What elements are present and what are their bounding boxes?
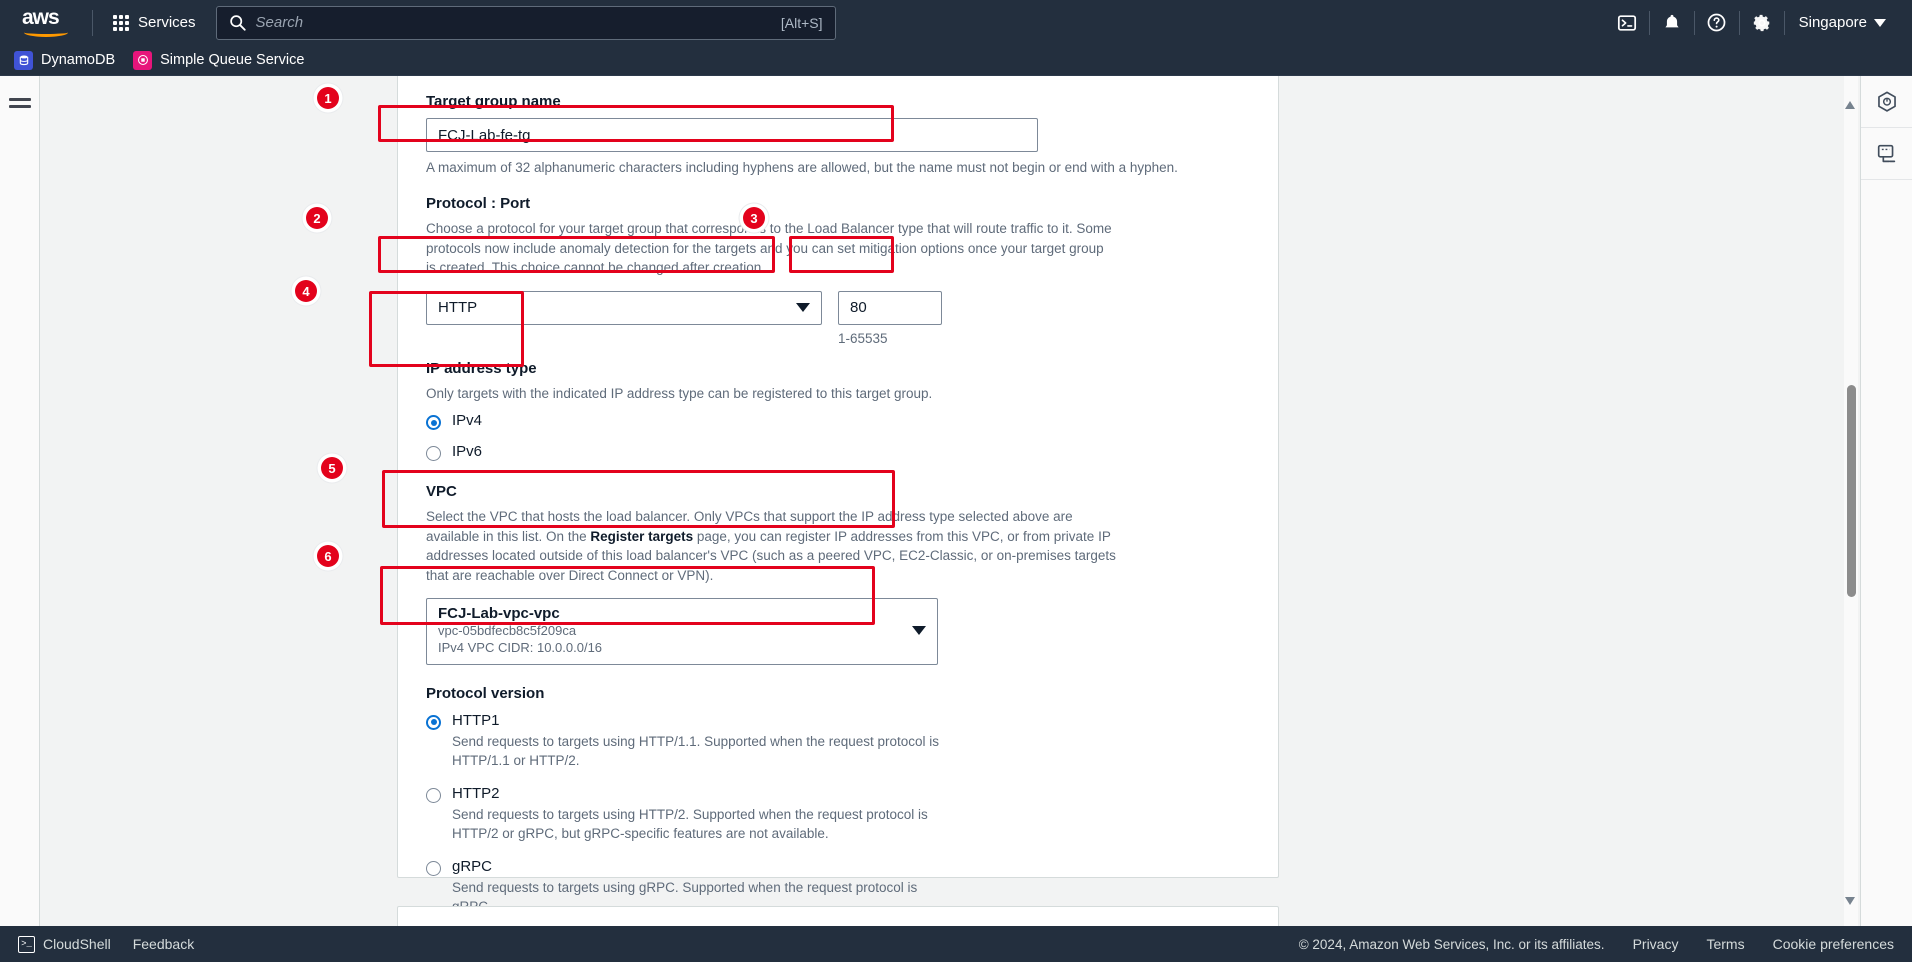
protocol-select[interactable]: HTTP bbox=[426, 290, 822, 325]
vpc-selected-id: vpc-05bdfecb8c5f209ca bbox=[438, 622, 577, 638]
page-footer: >_ CloudShell Feedback © 2024, Amazon We… bbox=[0, 926, 1912, 962]
chevron-down-icon bbox=[796, 303, 810, 313]
vpc-field: VPC Select the VPC that hosts the load b… bbox=[426, 483, 1250, 665]
scroll-up-arrow-icon[interactable] bbox=[1845, 84, 1856, 109]
radio-ipv6-icon[interactable] bbox=[426, 446, 441, 462]
protocol-version-label: Protocol version bbox=[426, 684, 545, 702]
top-nav-right-group: Singapore bbox=[1605, 0, 1902, 45]
settings-gear-icon[interactable] bbox=[1740, 0, 1784, 45]
protocol-port-label: Protocol : Port bbox=[426, 195, 531, 212]
port-input[interactable] bbox=[838, 290, 942, 325]
top-navigation-bar: aws Services [Alt+S] bbox=[0, 0, 1912, 45]
ip-address-type-label: IP address type bbox=[426, 359, 537, 377]
radio-option-http2[interactable]: HTTP2 Send requests to targets using HTT… bbox=[426, 785, 1250, 844]
ip-address-type-description: Only targets with the indicated IP addre… bbox=[426, 385, 933, 401]
help-panel-icon[interactable] bbox=[1861, 76, 1912, 128]
chevron-down-icon bbox=[912, 626, 926, 636]
annotation-badge-5: 5 bbox=[321, 457, 343, 479]
annotation-badge-4: 4 bbox=[295, 280, 317, 302]
protocol-port-description: Choose a protocol for your target group … bbox=[426, 221, 1112, 276]
aws-console-page: aws Services [Alt+S] bbox=[0, 0, 1912, 962]
footer-cloudshell-button[interactable]: >_ CloudShell bbox=[18, 935, 111, 953]
search-shortcut-hint: [Alt+S] bbox=[780, 14, 823, 31]
radio-http1-label: HTTP1 bbox=[452, 711, 500, 729]
radio-option-ipv6[interactable]: IPv6 bbox=[426, 443, 1250, 462]
aws-logo[interactable]: aws bbox=[22, 5, 74, 38]
radio-http2-label: HTTP2 bbox=[452, 784, 500, 802]
cloudshell-icon: >_ bbox=[18, 935, 35, 953]
radio-ipv4-label: IPv4 bbox=[452, 412, 483, 430]
dynamodb-icon bbox=[14, 50, 33, 70]
main-content-scroll-area: Target group name A maximum of 32 alphan… bbox=[40, 76, 1880, 962]
radio-http1-description: Send requests to targets using HTTP/1.1.… bbox=[452, 733, 940, 769]
service-shortcut-sqs[interactable]: Simple Queue Service bbox=[133, 50, 305, 70]
footer-cookie-preferences-link[interactable]: Cookie preferences bbox=[1773, 936, 1894, 952]
footer-cloudshell-label: CloudShell bbox=[43, 936, 111, 952]
radio-http2-icon[interactable] bbox=[426, 787, 441, 803]
favorites-services-bar: DynamoDB Simple Queue Service bbox=[0, 45, 1912, 76]
target-group-name-input[interactable] bbox=[426, 118, 1038, 152]
vertical-scrollbar-thumb[interactable] bbox=[1847, 385, 1856, 597]
radio-option-ipv4[interactable]: IPv4 bbox=[426, 412, 1250, 431]
service-shortcut-dynamodb[interactable]: DynamoDB bbox=[14, 50, 116, 70]
protocol-port-field: Protocol : Port Choose a protocol for yo… bbox=[426, 195, 1250, 346]
notifications-bell-icon[interactable] bbox=[1650, 0, 1694, 45]
radio-option-http1[interactable]: HTTP1 Send requests to targets using HTT… bbox=[426, 712, 1250, 771]
vpc-description-bold: Register targets bbox=[590, 528, 694, 544]
radio-ipv4-icon[interactable] bbox=[426, 415, 441, 431]
service-shortcut-label: DynamoDB bbox=[41, 52, 116, 68]
shortcuts-terminal-icon[interactable] bbox=[1861, 128, 1912, 180]
chevron-down-icon bbox=[1874, 18, 1886, 27]
target-group-name-field: Target group name A maximum of 32 alphan… bbox=[426, 93, 1250, 175]
footer-feedback-link[interactable]: Feedback bbox=[133, 936, 194, 952]
basic-configuration-card: Target group name A maximum of 32 alphan… bbox=[397, 76, 1279, 914]
region-label: Singapore bbox=[1798, 14, 1867, 31]
right-panel-rail bbox=[1860, 76, 1912, 962]
global-search-bar[interactable]: [Alt+S] bbox=[215, 5, 836, 40]
footer-copyright: © 2024, Amazon Web Services, Inc. or its… bbox=[1298, 936, 1605, 952]
target-group-name-label: Target group name bbox=[426, 93, 561, 110]
ip-address-type-field: IP address type Only targets with the in… bbox=[426, 360, 1250, 462]
scroll-down-arrow-icon[interactable] bbox=[1845, 897, 1856, 922]
protocol-version-field: Protocol version HTTP1 Send requests to … bbox=[426, 685, 1250, 917]
region-selector[interactable]: Singapore bbox=[1785, 0, 1902, 45]
annotation-badge-2: 2 bbox=[306, 207, 328, 229]
services-menu-label: Services bbox=[138, 14, 196, 31]
radio-ipv6-label: IPv6 bbox=[452, 443, 483, 461]
help-question-icon[interactable] bbox=[1695, 0, 1739, 45]
vpc-description: Select the VPC that hosts the load balan… bbox=[426, 507, 1116, 585]
nav-divider bbox=[92, 9, 93, 36]
service-shortcut-label: Simple Queue Service bbox=[160, 52, 305, 68]
annotation-badge-6: 6 bbox=[317, 545, 339, 567]
vpc-label: VPC bbox=[426, 483, 457, 501]
search-input[interactable] bbox=[255, 14, 771, 31]
footer-terms-link[interactable]: Terms bbox=[1706, 936, 1744, 952]
protocol-select-value: HTTP bbox=[438, 299, 478, 317]
footer-left-group: >_ CloudShell Feedback bbox=[18, 935, 194, 953]
left-navigation-rail bbox=[0, 76, 40, 962]
annotation-badge-3: 3 bbox=[743, 207, 765, 229]
search-icon bbox=[229, 15, 246, 31]
grid-menu-icon bbox=[113, 14, 129, 31]
annotation-badge-1: 1 bbox=[317, 87, 339, 109]
port-range-hint: 1-65535 bbox=[838, 330, 888, 346]
sqs-icon bbox=[133, 50, 153, 70]
footer-right-group: © 2024, Amazon Web Services, Inc. or its… bbox=[1299, 936, 1894, 952]
radio-http2-description: Send requests to targets using HTTP/2. S… bbox=[452, 806, 928, 842]
aws-logo-smile bbox=[24, 28, 68, 37]
services-menu-button[interactable]: Services bbox=[103, 8, 206, 37]
aws-logo-text: aws bbox=[22, 5, 60, 29]
vpc-selected-name: FCJ-Lab-vpc-vpc bbox=[438, 604, 560, 622]
vpc-selected-cidr: IPv4 VPC CIDR: 10.0.0.0/16 bbox=[438, 640, 603, 656]
footer-privacy-link[interactable]: Privacy bbox=[1633, 936, 1679, 952]
radio-grpc-label: gRPC bbox=[452, 857, 493, 875]
target-group-name-hint: A maximum of 32 alphanumeric characters … bbox=[426, 160, 1178, 175]
radio-http1-icon[interactable] bbox=[426, 714, 441, 730]
hamburger-menu-icon[interactable] bbox=[8, 98, 31, 108]
footer-feedback-label: Feedback bbox=[132, 936, 195, 952]
vpc-select[interactable]: FCJ-Lab-vpc-vpc vpc-05bdfecb8c5f209ca IP… bbox=[426, 597, 938, 665]
radio-grpc-icon[interactable] bbox=[426, 860, 441, 876]
cloudshell-icon[interactable] bbox=[1605, 0, 1649, 45]
